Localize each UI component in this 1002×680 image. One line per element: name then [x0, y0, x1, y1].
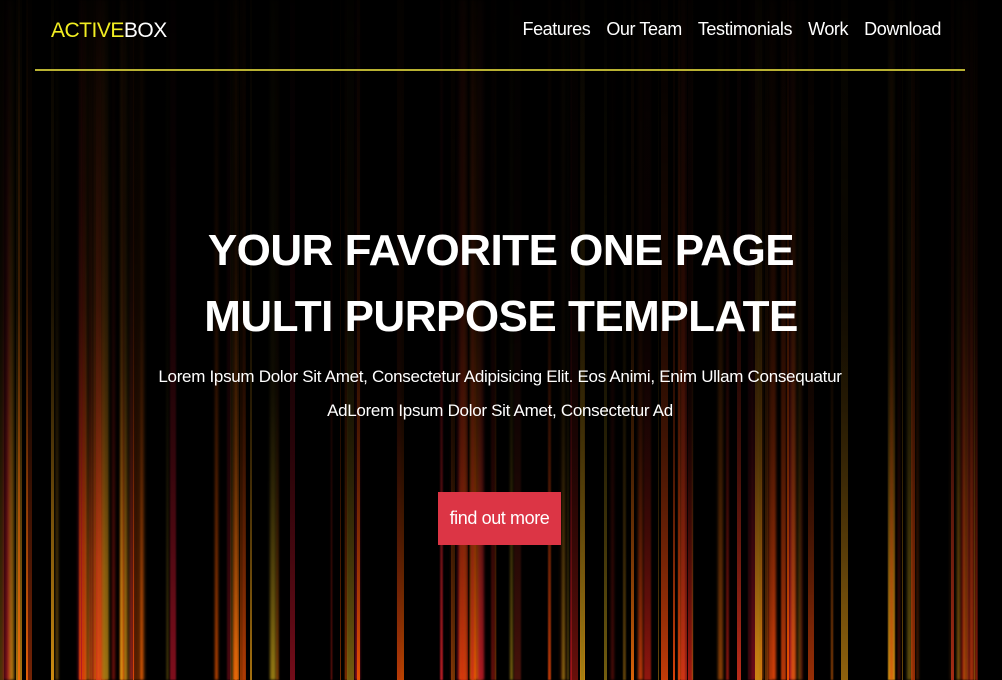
- nav-link-features[interactable]: Features: [522, 19, 590, 39]
- navbar: ACTIVEBOX Features Our Team Testimonials…: [35, 0, 965, 71]
- nav-item: Testimonials: [698, 19, 793, 40]
- nav-item: Work: [808, 19, 848, 40]
- brand-logo[interactable]: ACTIVEBOX: [51, 19, 167, 43]
- hero-headline: YOUR FAVORITE ONE PAGE MULTI PURPOSE TEM…: [0, 218, 1002, 350]
- find-out-more-button[interactable]: find out more: [438, 492, 561, 545]
- hero-headline-line-1: YOUR FAVORITE ONE PAGE: [207, 226, 795, 275]
- hero-lead-line-1: Lorem Ipsum Dolor Sit Amet, Consectetur …: [158, 367, 842, 386]
- nav-link-our-team[interactable]: Our Team: [606, 19, 682, 39]
- nav-menu: Features Our Team Testimonials Work Down…: [522, 19, 941, 40]
- nav-link-download[interactable]: Download: [864, 19, 941, 39]
- brand-name-active: ACTIVE: [51, 19, 124, 42]
- hero-lead-text: Lorem Ipsum Dolor Sit Amet, Consectetur …: [120, 360, 880, 428]
- nav-item: Features: [522, 19, 590, 40]
- nav-item: Our Team: [606, 19, 682, 40]
- nav-item: Download: [864, 19, 941, 40]
- nav-link-testimonials[interactable]: Testimonials: [698, 19, 793, 39]
- brand-name-box: BOX: [123, 19, 167, 42]
- hero-section: ACTIVEBOX Features Our Team Testimonials…: [0, 0, 1002, 680]
- hero-headline-line-2: MULTI PURPOSE TEMPLATE: [204, 292, 798, 341]
- hero-lead-line-2: AdLorem Ipsum Dolor Sit Amet, Consectetu…: [327, 401, 673, 420]
- nav-link-work[interactable]: Work: [808, 19, 848, 39]
